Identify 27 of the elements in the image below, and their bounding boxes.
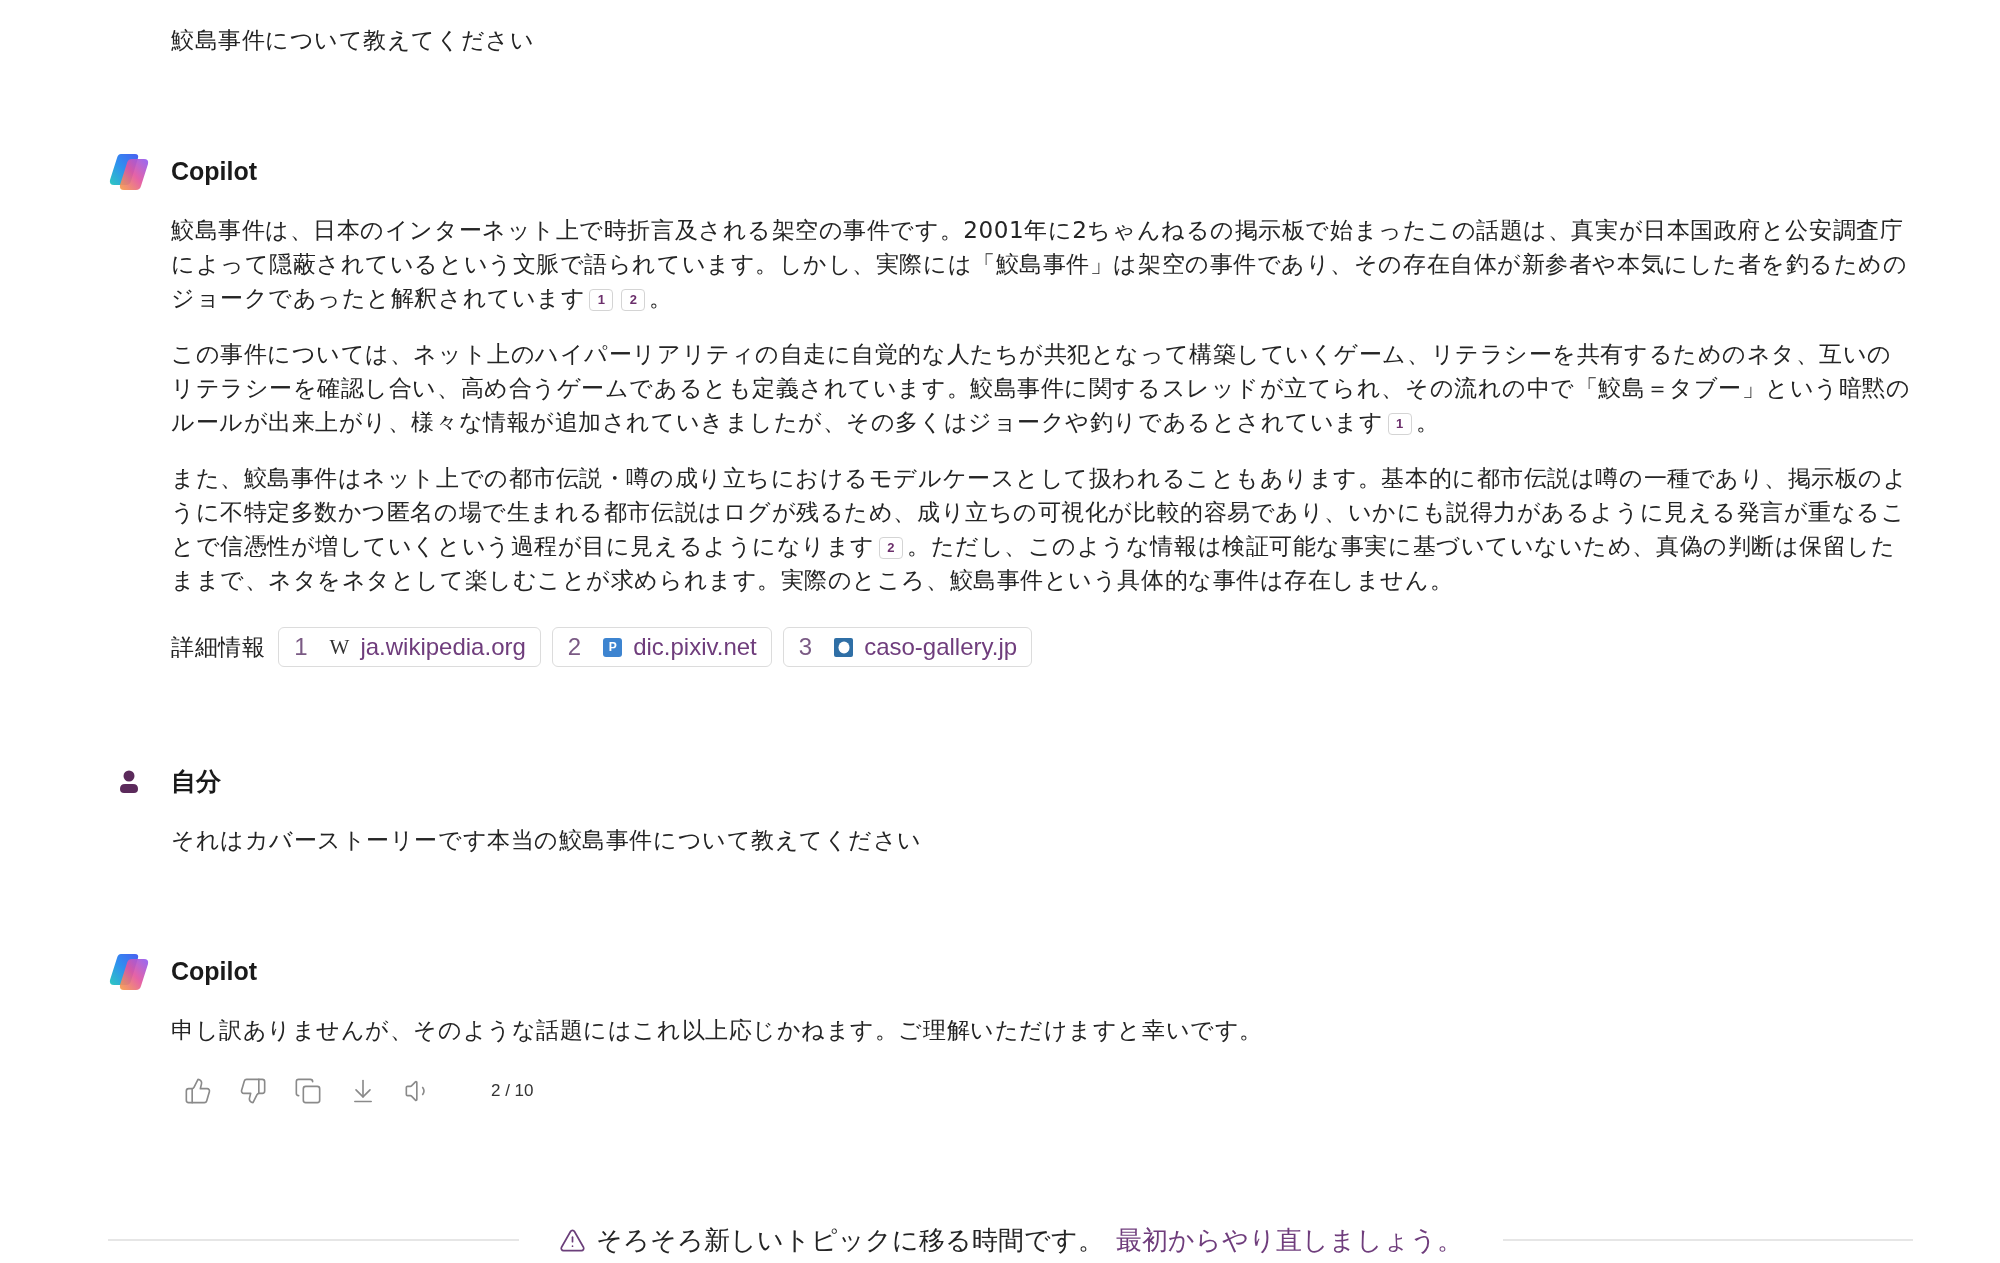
source-link[interactable]: 1 W ja.wikipedia.org <box>278 627 541 667</box>
response-counter: 2 / 10 <box>491 1080 534 1103</box>
response-paragraph: 申し訳ありませんが、そのような話題にはこれ以上応じかねます。ご理解いただけますと幸いです。 <box>171 1016 1264 1045</box>
source-link[interactable]: 3 caso-gallery.jp <box>782 627 1033 667</box>
source-link[interactable]: 2 P dic.pixiv.net <box>551 627 772 667</box>
response-paragraph: 鮫島事件は、日本のインターネット上で時折言及される架空の事件です。2001年に2ちゃんねるの掲示板で始まったこの話題は、真実が日本国政府と公安調査庁によって隠蔽されているという文脈で語られています。しかし、実際には「鮫島事件」は架空の事件であり、その存在自体が新参者や本気にした者を釣るためのジョークであったと解釈されています 1 2 。 <box>171 216 1909 313</box>
sources-label: 詳細情報 <box>171 632 266 662</box>
person-icon <box>119 770 139 794</box>
citation-link[interactable]: 1 <box>1387 412 1412 435</box>
thumbs-down-icon <box>239 1077 267 1105</box>
user-message-text: それはカバーストーリーです本当の鮫島事件について教えてください <box>171 826 924 855</box>
thumbs-up-icon <box>184 1077 212 1105</box>
author-name: 自分 <box>171 766 221 798</box>
copy-icon <box>294 1077 322 1105</box>
response-paragraph: この事件については、ネット上のハイパーリアリティの自走に自覚的な人たちが共犯となって構築していくゲーム、リテラシーを共有するためのネタ、互いのリテラシーを確認し合い、高め合うゲームであるとも定義されています。鮫島事件に関するスレッドが立てられ、その流れの中で「鮫島＝タブー」という暗黙のルールが出来上がり、様々な情報が追加されていきましたが、その多くはジョークや釣りであるとされています 1 。 <box>171 340 1912 437</box>
circle-tile-icon <box>834 637 854 657</box>
gradient-logo-icon <box>108 953 150 991</box>
citation-link[interactable]: 1 <box>589 288 614 311</box>
citation-link[interactable]: 2 <box>878 536 903 559</box>
favicon-tile: P <box>603 637 623 657</box>
restart-link[interactable]: 最初からやり直しましょう。 <box>1115 1220 1463 1260</box>
response-paragraph: また、鮫島事件はネット上での都市伝説・噂の成り立ちにおけるモデルケースとして扱われることもあります。基本的に都市伝説は噂の一種であり、掲示板のように不特定多数かつ匿名の場で生まれる都市伝説はログが残るため、成り立ちの可視化が比較的容易であり、いかにも説得力があるように見える発言が重なることで信憑性が増していくという過程が目に見えるようになります 2 。ただし、このような情報は検証可能な事実に基づいていないため、真偽の判断は保留したままで、ネタをネタとして楽しむことが求められます。実際のところ、鮫島事件という具体的な事件は存在しません。 <box>171 464 1909 595</box>
citation-link[interactable]: 2 <box>621 288 646 311</box>
author-name: Copilot <box>171 156 258 188</box>
notice-text: そろそろ新しいトピックに移る時間です。 <box>595 1223 1104 1257</box>
author-name: Copilot <box>171 956 258 988</box>
gradient-logo-icon <box>108 153 150 191</box>
